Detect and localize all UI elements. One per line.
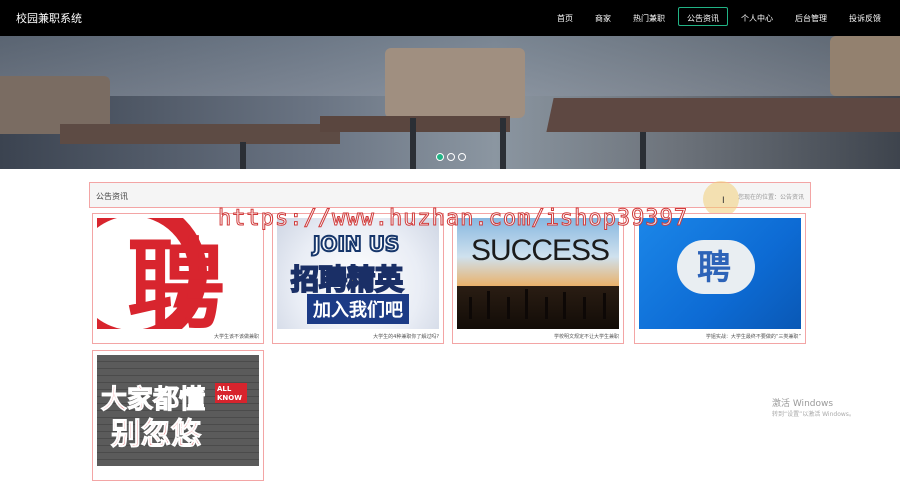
hero-desk-leg bbox=[240, 142, 246, 169]
silhouette-decor bbox=[487, 291, 490, 319]
news-card-image[interactable]: JOIN US 招聘精英 加入我们吧 bbox=[277, 218, 439, 329]
recruit-character: 聘 bbox=[127, 229, 226, 329]
hero-desk-decor bbox=[60, 124, 340, 144]
cursor-highlight bbox=[703, 181, 739, 217]
news-card[interactable]: JOIN US 招聘精英 加入我们吧 大学生的4种兼职你了解过吗? bbox=[272, 213, 444, 344]
dont-fool-text: 别忽悠 bbox=[111, 417, 202, 453]
news-card[interactable]: 聘 学姐实战：大学生最终不要做的“三类兼职” bbox=[634, 213, 806, 344]
news-card-image[interactable]: 大家都懂 ALL KNOW 别忽悠 bbox=[97, 355, 259, 466]
hero-desk-decor bbox=[546, 98, 900, 132]
hero-desk-leg bbox=[640, 132, 646, 169]
news-card[interactable]: SUCCESS 学校明文规定不让大学生兼职 bbox=[452, 213, 624, 344]
main-nav: 首页 商家 热门兼职 公告资讯 个人中心 后台管理 投诉反馈 bbox=[548, 7, 890, 26]
windows-activation-hint: 转到“设置”以激活 Windows。 bbox=[772, 411, 855, 418]
silhouette-decor bbox=[583, 297, 586, 319]
news-card-caption[interactable]: 学校明文规定不让大学生兼职 bbox=[554, 333, 619, 340]
nav-item-feedback[interactable]: 投诉反馈 bbox=[840, 7, 890, 26]
text-cursor-icon: I bbox=[722, 196, 725, 206]
windows-activation-title: 激活 Windows bbox=[772, 399, 834, 409]
news-card-caption[interactable]: 大学生该不该做兼职 bbox=[214, 333, 259, 340]
carousel-dot-1[interactable] bbox=[436, 153, 444, 161]
hero-chair-decor bbox=[385, 48, 525, 118]
silhouette-decor bbox=[545, 297, 548, 319]
section-title: 公告资讯 bbox=[96, 192, 128, 201]
silhouettes bbox=[457, 286, 619, 329]
success-text: SUCCESS bbox=[471, 234, 610, 267]
breadcrumb: 您现在的位置：公告资讯 bbox=[737, 194, 804, 201]
carousel-dot-3[interactable] bbox=[458, 153, 466, 161]
hero-chair-decor bbox=[830, 36, 900, 96]
silhouette-decor bbox=[525, 289, 528, 319]
join-us-text: JOIN US bbox=[312, 231, 400, 257]
site-title[interactable]: 校园兼职系统 bbox=[16, 10, 82, 26]
nav-item-home[interactable]: 首页 bbox=[548, 7, 582, 26]
top-navbar: 校园兼职系统 首页 商家 热门兼职 公告资讯 个人中心 后台管理 投诉反馈 bbox=[0, 0, 900, 36]
silhouette-decor bbox=[469, 297, 472, 319]
news-card[interactable]: 聘 大学生该不该做兼职 bbox=[92, 213, 264, 344]
news-card-caption[interactable]: 学姐实战：大学生最终不要做的“三类兼职” bbox=[706, 333, 801, 340]
silhouette-decor bbox=[507, 297, 510, 319]
hero-carousel[interactable] bbox=[0, 36, 900, 169]
site-watermark: https://www.huzhan.com/ishop39397 bbox=[217, 206, 689, 232]
carousel-dot-2[interactable] bbox=[447, 153, 455, 161]
news-card-image[interactable]: SUCCESS bbox=[457, 218, 619, 329]
nav-item-announcements[interactable]: 公告资讯 bbox=[678, 7, 728, 26]
nav-item-merchants[interactable]: 商家 bbox=[586, 7, 620, 26]
hero-chair-leg bbox=[500, 118, 506, 169]
news-card-image[interactable]: 聘 bbox=[639, 218, 801, 329]
nav-item-hot-jobs[interactable]: 热门兼职 bbox=[624, 7, 674, 26]
recruit-elite-text: 招聘精英 bbox=[290, 262, 404, 297]
news-card[interactable]: 大家都懂 ALL KNOW 别忽悠 bbox=[92, 350, 264, 481]
silhouette-decor bbox=[603, 293, 606, 319]
news-card-caption[interactable]: 大学生的4种兼职你了解过吗? bbox=[373, 333, 439, 340]
nav-item-profile[interactable]: 个人中心 bbox=[732, 7, 782, 26]
carousel-indicators bbox=[436, 153, 466, 161]
recruit-character: 聘 bbox=[697, 248, 731, 288]
hero-chair-leg bbox=[410, 118, 416, 169]
news-card-image[interactable]: 聘 bbox=[97, 218, 259, 329]
all-know-badge: ALL KNOW bbox=[215, 383, 247, 403]
silhouette-decor bbox=[563, 292, 566, 319]
join-us-cn-text: 加入我们吧 bbox=[307, 294, 409, 324]
nav-item-admin[interactable]: 后台管理 bbox=[786, 7, 836, 26]
